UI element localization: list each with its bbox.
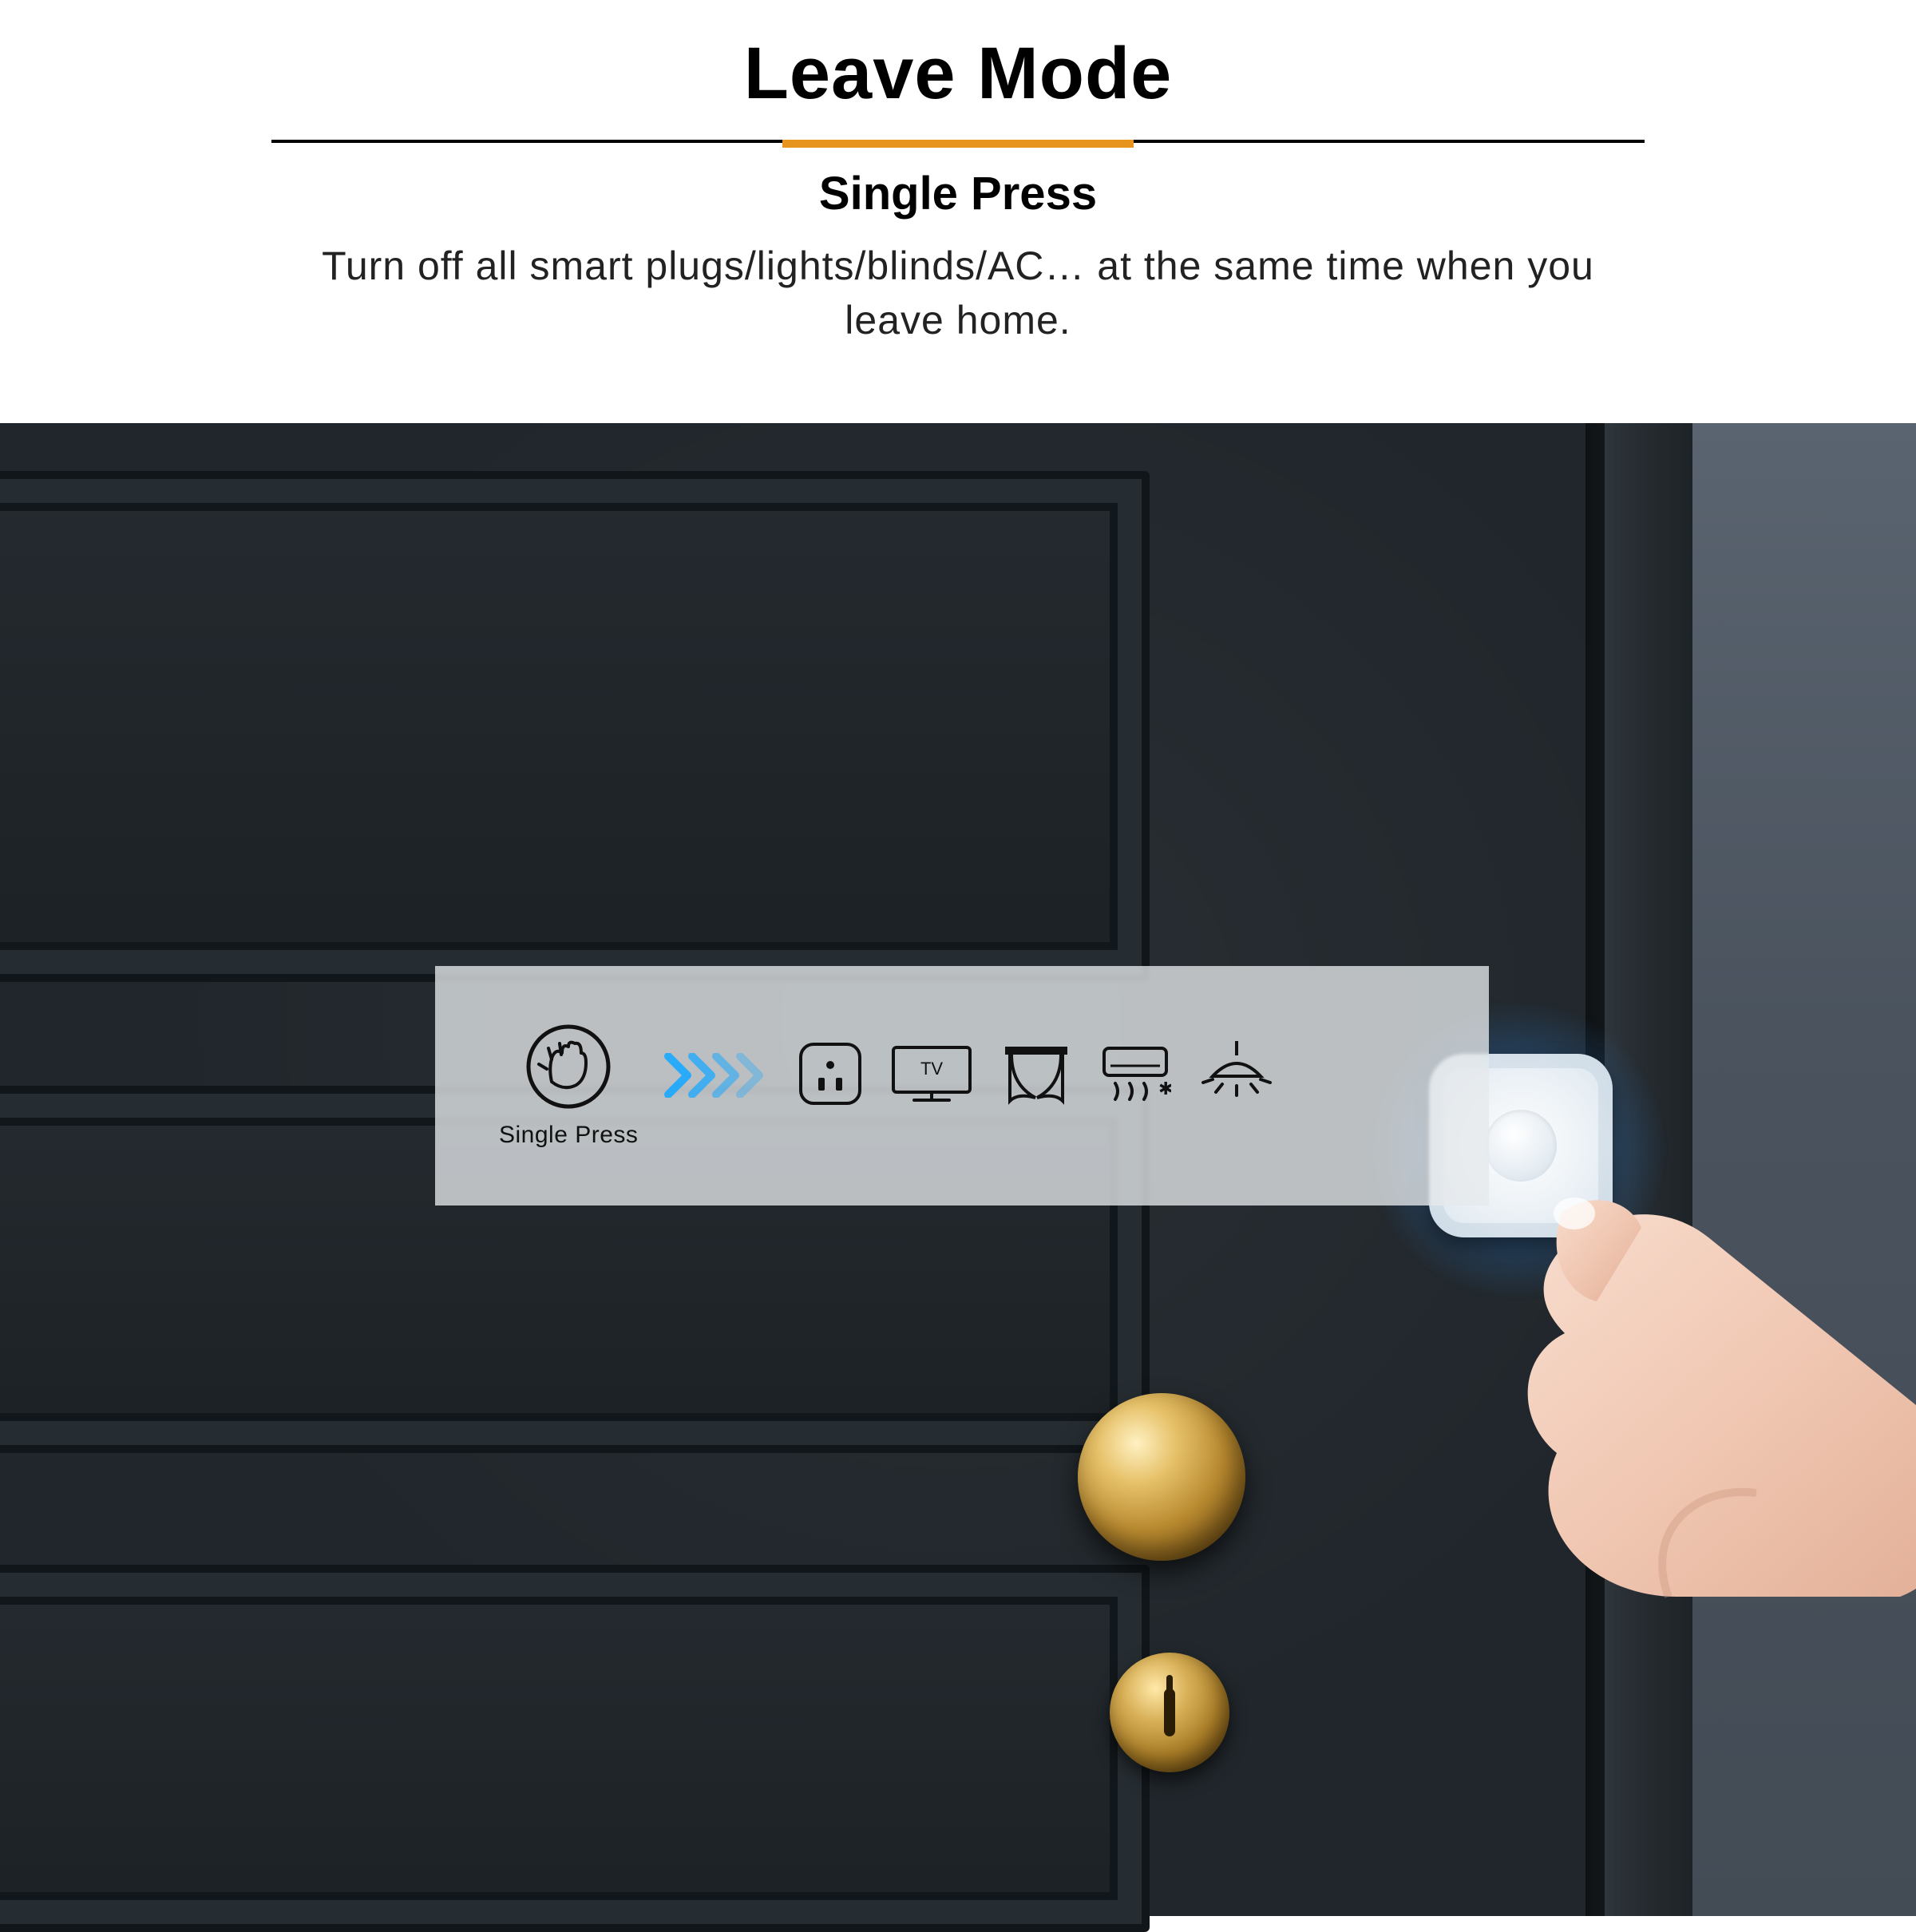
page-subtitle: Single Press xyxy=(0,167,1916,220)
tv-label: TV xyxy=(920,1059,943,1079)
door-panel xyxy=(0,1565,1150,1932)
header: Leave Mode Single Press Turn off all sma… xyxy=(0,0,1916,347)
door-panel xyxy=(0,471,1150,982)
smart-plug-icon xyxy=(798,1041,863,1111)
single-press-label: Single Press xyxy=(499,1122,638,1149)
page-description: Turn off all smart plugs/lights/blinds/A… xyxy=(279,240,1637,347)
tv-icon: TV xyxy=(890,1043,973,1109)
action-strip: Single Press TV xyxy=(435,966,1489,1206)
arrow-chevrons-icon xyxy=(670,1053,766,1098)
single-press-icon: Single Press xyxy=(499,1023,638,1149)
blinds-icon xyxy=(1000,1042,1072,1110)
wall xyxy=(1692,423,1916,1916)
ac-icon: ✱ xyxy=(1099,1042,1171,1110)
page-title: Leave Mode xyxy=(0,32,1916,116)
door-knob xyxy=(1078,1393,1245,1561)
door-scene: Single Press TV xyxy=(0,423,1916,1916)
door-deadbolt xyxy=(1110,1653,1229,1772)
ceiling-lamp-icon xyxy=(1198,1038,1275,1114)
divider xyxy=(271,140,1645,143)
svg-text:✱: ✱ xyxy=(1158,1079,1171,1099)
